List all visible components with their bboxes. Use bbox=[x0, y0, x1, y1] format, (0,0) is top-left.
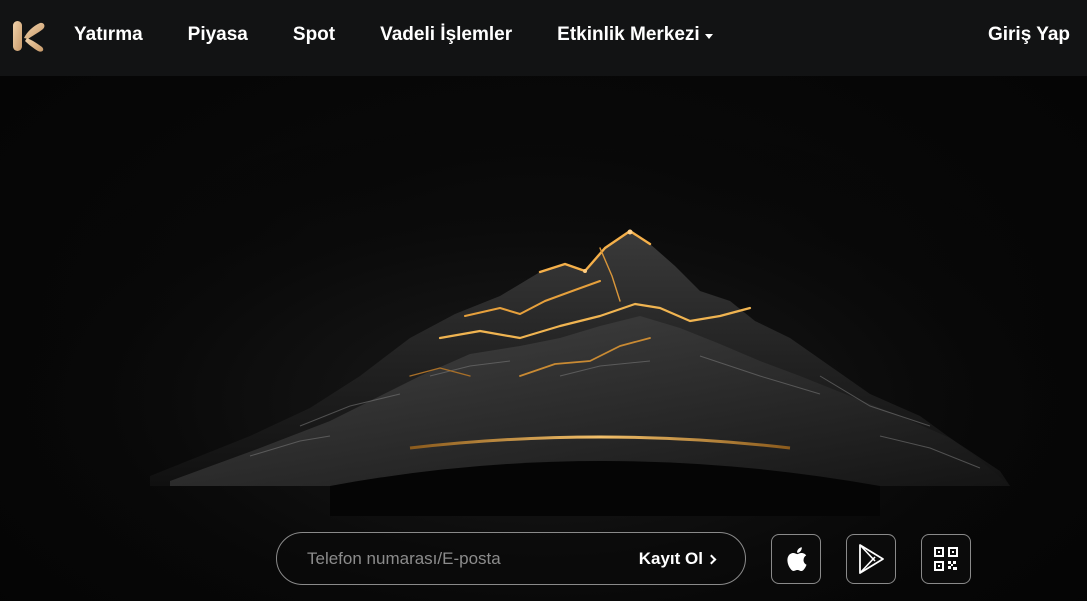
google-play-button[interactable] bbox=[846, 534, 896, 584]
main-nav: Yatırma Piyasa Spot Vadeli İşlemler Etki… bbox=[74, 0, 758, 70]
chevron-right-icon bbox=[706, 554, 717, 564]
k-logo-icon[interactable] bbox=[11, 18, 47, 54]
register-button-label: Kayıt Ol bbox=[638, 548, 703, 568]
hero-section bbox=[0, 76, 1087, 601]
top-navigation-bar: Yatırma Piyasa Spot Vadeli İşlemler Etki… bbox=[0, 0, 1087, 76]
nav-item-deposit[interactable]: Yatırma bbox=[74, 24, 143, 46]
phone-email-input[interactable] bbox=[277, 533, 639, 584]
qr-code-icon bbox=[934, 547, 958, 571]
caret-down-icon bbox=[704, 33, 713, 39]
register-button[interactable]: Kayıt Ol bbox=[638, 548, 717, 569]
nav-item-spot[interactable]: Spot bbox=[293, 24, 335, 46]
login-button[interactable]: Giriş Yap bbox=[988, 0, 1070, 70]
signup-form: Kayıt Ol bbox=[276, 532, 746, 585]
nav-item-futures[interactable]: Vadeli İşlemler bbox=[380, 24, 512, 46]
apple-icon bbox=[787, 547, 807, 571]
page: Yatırma Piyasa Spot Vadeli İşlemler Etki… bbox=[0, 0, 1087, 601]
nav-item-events-label: Etkinlik Merkezi bbox=[557, 24, 700, 45]
nav-item-events-center[interactable]: Etkinlik Merkezi bbox=[557, 24, 713, 46]
qr-code-button[interactable] bbox=[921, 534, 971, 584]
mountain-illustration bbox=[0, 76, 1087, 601]
google-play-icon bbox=[859, 544, 884, 574]
nav-item-market[interactable]: Piyasa bbox=[188, 24, 248, 46]
app-store-button[interactable] bbox=[771, 534, 821, 584]
